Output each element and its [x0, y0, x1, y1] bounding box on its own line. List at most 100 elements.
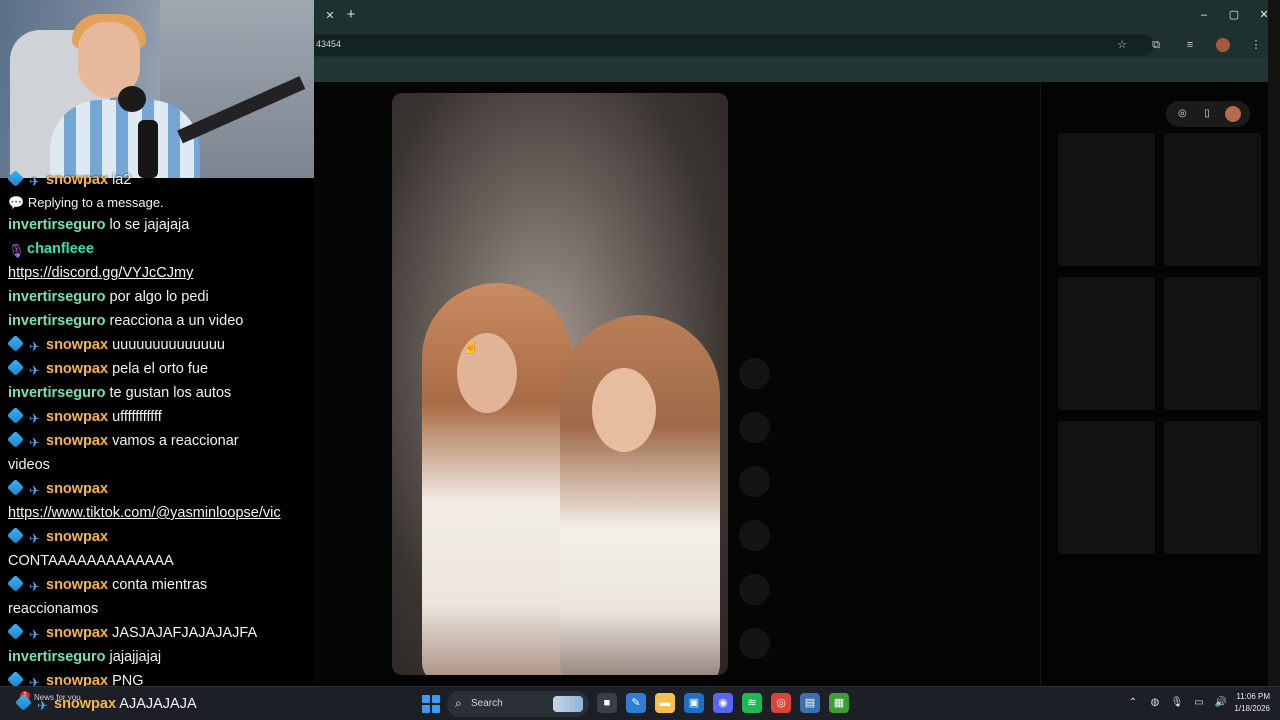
microphone-icon[interactable]: 🎙 — [1170, 696, 1184, 710]
taskbar-search[interactable]: ⌕ Search — [447, 691, 589, 717]
url-text: 43454 — [316, 39, 342, 49]
tool-badge-icon: ✈ — [29, 483, 40, 498]
tool-badge-icon: ✈ — [29, 627, 40, 642]
chat-username: snowpax — [46, 361, 109, 377]
chat-text: jajajjajaj — [109, 649, 162, 665]
tool-badge-icon: ✈ — [29, 339, 40, 354]
spotify-icon[interactable]: ≋ — [742, 693, 762, 713]
profile-icon[interactable] — [1216, 38, 1230, 52]
chat-username: chanfleee — [27, 241, 94, 257]
discord-icon[interactable]: ◉ — [713, 693, 733, 713]
display-icon[interactable]: ▭ — [1192, 696, 1206, 710]
chat-message: invertirseguro por algo lo pedi — [8, 285, 209, 309]
chat-username: invertirseguro — [8, 313, 106, 329]
clock-date: 1/18/2026 — [1234, 704, 1270, 713]
tool-badge-icon: ✈ — [29, 411, 40, 426]
windows-start-icon[interactable] — [422, 695, 440, 713]
avatar[interactable] — [1224, 106, 1241, 122]
video-face-right — [592, 368, 656, 452]
chat-message: invertirseguro te gustan los autos — [8, 381, 231, 405]
folder-icon[interactable]: ▬ — [655, 693, 675, 713]
chat-text: pela el orto fue — [112, 361, 209, 377]
tab-close-button[interactable]: ✕ — [322, 8, 338, 24]
video-player[interactable] — [392, 93, 728, 675]
comment-button[interactable] — [739, 412, 770, 443]
star-icon[interactable]: ☆ — [1114, 37, 1130, 53]
video-thumbnail[interactable] — [1058, 277, 1155, 410]
menu-icon[interactable]: ⋮ — [1248, 37, 1264, 53]
chrome-icon[interactable]: ◎ — [771, 693, 791, 713]
network-icon[interactable]: ◍ — [1148, 696, 1162, 710]
maximize-button[interactable]: ▢ — [1226, 6, 1242, 24]
cube-badge-icon — [7, 335, 24, 352]
window-controls: – ▢ ✕ — [1196, 6, 1272, 24]
paint-icon[interactable]: ✎ — [626, 693, 646, 713]
chat-username: invertirseguro — [8, 385, 106, 401]
sound-button[interactable] — [739, 628, 770, 659]
pinned-apps: ■ ✎ ▬ ▣ ◉ ≋ ◎ ▤ ▦ — [597, 693, 849, 713]
chat-message: invertirseguro jajajjajaj — [8, 645, 161, 669]
chat-overlay-message: ✈ snowpax AJAJAJAJA — [15, 694, 197, 713]
chat-message: ✈ snowpax — [7, 477, 108, 501]
app-icon[interactable]: ▤ — [800, 693, 820, 713]
video-thumbnail[interactable] — [1058, 421, 1155, 554]
tool-badge-icon: ✈ — [29, 435, 40, 450]
chat-username: snowpax — [46, 625, 109, 641]
video-thumbnail[interactable] — [1164, 421, 1261, 554]
chat-message: ✈ snowpax ufffffffffff — [7, 405, 162, 429]
reply-text: Replying to a message. — [27, 195, 164, 210]
cube-badge-icon — [7, 623, 24, 640]
tool-badge-icon: ✈ — [29, 531, 40, 546]
chat-message: invertirseguro lo se jajajaja — [8, 213, 189, 237]
webcam-feed — [0, 0, 314, 178]
phone-icon[interactable]: ▯ — [1200, 107, 1214, 121]
chat-message: ✈ snowpax la2 — [7, 170, 131, 192]
cube-badge-icon — [7, 527, 24, 544]
search-icon: ⌕ — [455, 696, 462, 710]
like-button[interactable] — [739, 358, 770, 389]
toolbar-icons: ☆ ⧉ ≡ ⋮ — [1114, 37, 1264, 53]
video-thumbnail[interactable] — [1058, 133, 1155, 266]
chat-text: reacciona a un video — [109, 313, 244, 329]
volume-icon[interactable]: 🔊 — [1214, 696, 1228, 710]
tool-badge-icon: ✈ — [29, 579, 40, 594]
chat-text: te gustan los autos — [109, 385, 232, 401]
video-thumbnail[interactable] — [1164, 277, 1261, 410]
chat-text: JASJAJAFJAJAJAJFA — [112, 625, 258, 641]
url-input[interactable]: 43454 — [314, 34, 1154, 56]
new-tab-button[interactable]: + — [342, 6, 360, 24]
media-icon[interactable]: ≡ — [1182, 37, 1198, 53]
save-button[interactable] — [739, 466, 770, 497]
chat-link[interactable]: https://discord.gg/VYJcCJmy — [8, 261, 193, 285]
chat-text: lo se jajajaja — [109, 217, 190, 233]
chat-text: ufffffffffff — [112, 409, 162, 425]
file-explorer-icon[interactable]: ■ — [597, 693, 617, 713]
chat-message: ✈ snowpax uuuuuuuuuuuuuu — [7, 333, 225, 357]
chat-username: snowpax — [46, 673, 109, 686]
page-scrollbar[interactable] — [1268, 0, 1280, 686]
video-thumbnail[interactable] — [1164, 133, 1261, 266]
search-highlight-icon — [553, 696, 583, 712]
chat-text: PNG — [112, 673, 144, 686]
chat-link[interactable]: https://www.tiktok.com/@yasminloopse/vic — [8, 501, 304, 525]
chevron-up-icon[interactable]: ⌃ — [1126, 696, 1140, 710]
chat-text: CONTAAAAAAAAAAAAA — [8, 553, 174, 569]
compass-icon[interactable]: ◎ — [1175, 107, 1189, 121]
chat-username: snowpax — [46, 577, 109, 593]
webcam-headset — [118, 86, 146, 112]
share-button[interactable] — [739, 520, 770, 551]
clock[interactable]: 11:06 PM 1/18/2026 — [1228, 691, 1270, 715]
tool-badge-icon: ✈ — [29, 174, 40, 189]
extensions-icon[interactable]: ⧉ — [1148, 37, 1164, 53]
chat-overlay: ✈ snowpax la2 💬 Replying to a message. in… — [0, 170, 314, 686]
chat-message: ✈ snowpax PNG — [7, 669, 144, 686]
more-button[interactable] — [739, 574, 770, 605]
minecraft-icon[interactable]: ▦ — [829, 693, 849, 713]
chat-message: invertirseguro reacciona a un video — [8, 309, 243, 333]
chat-username: invertirseguro — [8, 217, 106, 233]
minimize-button[interactable]: – — [1196, 6, 1212, 24]
video-action-buttons — [739, 358, 770, 659]
chat-username: invertirseguro — [8, 289, 106, 305]
store-icon[interactable]: ▣ — [684, 693, 704, 713]
clock-time: 11:06 PM — [1236, 692, 1270, 701]
